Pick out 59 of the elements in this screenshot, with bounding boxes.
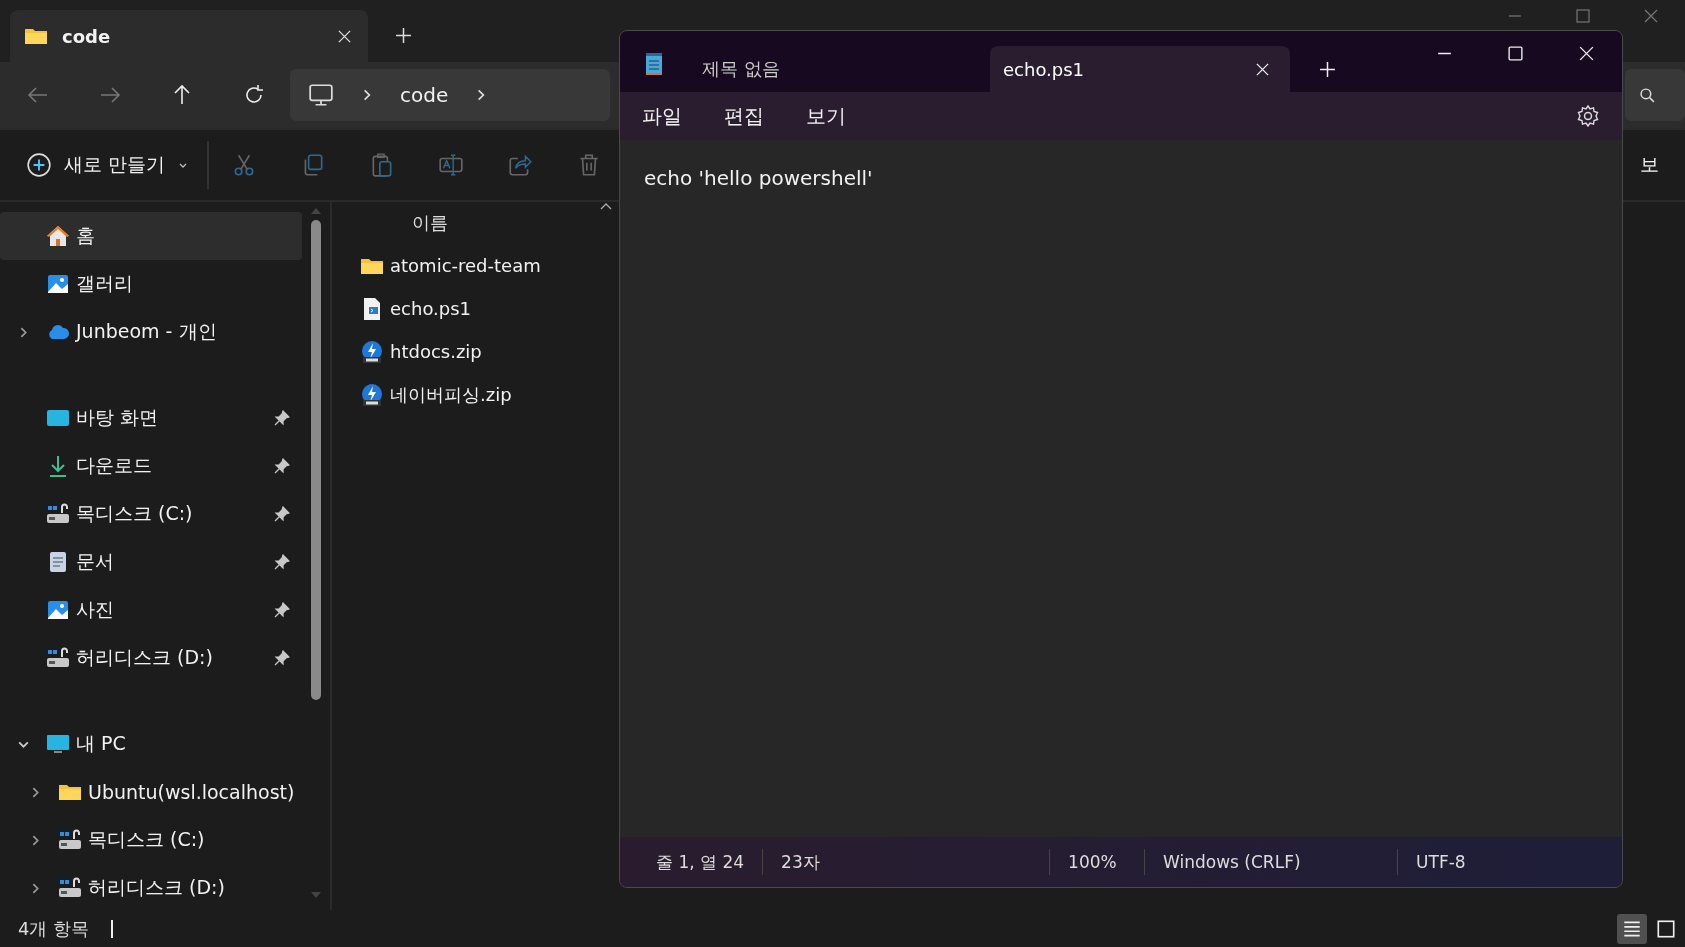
file-item[interactable]: echo.ps1 [360, 287, 600, 330]
sidebar-item[interactable]: 바탕 화면 [0, 394, 302, 442]
details-label[interactable]: 보 [1640, 152, 1659, 178]
notepad-icon [644, 52, 664, 76]
zip-file-icon [360, 339, 384, 364]
menu-item[interactable]: 보기 [806, 102, 846, 130]
text-cursor [111, 919, 114, 938]
monitor-icon [46, 732, 70, 756]
document-tab[interactable]: 제목 없음 [702, 46, 990, 92]
sidebar-item[interactable]: 목디스크 (C:) [0, 490, 302, 538]
sidebar-item[interactable]: Ubuntu(wsl.localhost) [12, 768, 307, 816]
status-text: 23자 [762, 849, 1050, 875]
address-bar[interactable]: code [290, 69, 610, 121]
drive-icon [58, 828, 82, 852]
window-tab[interactable]: code [10, 10, 368, 62]
text-editor[interactable]: echo 'hello powershell' [644, 166, 1598, 190]
document-tab[interactable]: echo.ps1 [990, 46, 1290, 92]
rename-icon[interactable] [438, 152, 465, 178]
menu-item[interactable]: 편집 [724, 102, 764, 130]
zip-file-icon [360, 382, 384, 407]
square-view-icon [1655, 917, 1677, 940]
sidebar-item[interactable]: Junbeom - 개인 [0, 308, 302, 356]
sidebar-item[interactable]: 문서 [0, 538, 302, 586]
column-header[interactable]: 이름 [412, 211, 448, 235]
sidebar-item[interactable]: 사진 [0, 586, 302, 634]
status-text: Windows (CRLF) [1144, 849, 1398, 875]
new-button[interactable]: 새로 만들기 [22, 146, 194, 184]
picture-icon [46, 598, 70, 622]
menu-item[interactable]: 파일 [642, 102, 682, 130]
sidebar-item[interactable]: 홈 [0, 212, 302, 260]
status-text: 줄 1, 열 24 [655, 850, 746, 874]
sidebar-item[interactable]: 갤러리 [0, 260, 302, 308]
share-icon[interactable] [507, 152, 534, 178]
monitor-icon [308, 82, 334, 108]
add-tab-icon[interactable] [1319, 61, 1336, 78]
sidebar-item[interactable]: 허리디스크 (D:) [12, 864, 302, 910]
add-tab-icon[interactable] [395, 27, 412, 44]
file-item[interactable]: atomic-red-team [360, 244, 600, 287]
scrollbar-thumb[interactable] [311, 220, 321, 700]
breadcrumb[interactable]: code [400, 83, 449, 107]
search-icon [1639, 86, 1656, 104]
status-text: 100% [1049, 849, 1145, 875]
sidebar-item[interactable]: 내 PC [0, 720, 302, 768]
search-field[interactable] [1625, 69, 1685, 121]
drive-icon [58, 876, 82, 900]
drive-icon [46, 502, 70, 526]
details-view-button[interactable] [1617, 913, 1647, 944]
home-icon [46, 224, 70, 248]
sidebar-item[interactable]: 허리디스크 (D:) [0, 634, 302, 682]
picture-icon [46, 272, 70, 296]
sidebar-item[interactable]: 목디스크 (C:) [12, 816, 302, 864]
plus-circle-icon [26, 152, 52, 178]
status-text: UTF-8 [1397, 849, 1484, 875]
drive-icon [46, 646, 70, 670]
settings-icon[interactable] [1576, 104, 1600, 128]
file-item[interactable]: 네이버피싱.zip [360, 373, 600, 416]
item-count: 4개 항목 [18, 916, 90, 941]
sidebar-item[interactable]: 다운로드 [0, 442, 302, 490]
file-item[interactable]: htdocs.zip [360, 330, 600, 373]
